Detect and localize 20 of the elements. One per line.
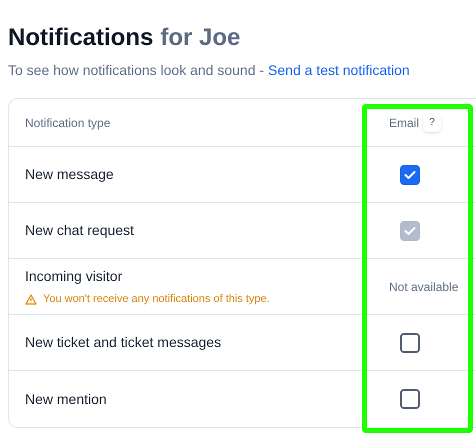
notification-type: Incoming visitor <box>25 266 124 286</box>
email-checkbox[interactable] <box>400 332 420 352</box>
notification-type: New ticket and ticket messages <box>25 333 222 352</box>
warning-icon <box>25 294 37 304</box>
check-icon <box>404 226 416 236</box>
intro-text: To see how notifications look and sound - <box>8 60 264 80</box>
help-button[interactable]: ? <box>423 114 442 132</box>
email-checkbox[interactable] <box>400 164 420 184</box>
test-notification-link[interactable]: Send a test notification <box>268 60 410 80</box>
warning-text: You won't receive any notifications of this type. <box>43 292 270 307</box>
notification-type: New mention <box>25 390 108 408</box>
notification-type: New message <box>25 165 115 184</box>
email-checkbox[interactable] <box>400 389 420 409</box>
check-icon <box>404 170 416 180</box>
page-title: Notifications <box>8 23 154 53</box>
user-name: for Joe <box>160 23 240 53</box>
notification-type: New chat request <box>25 221 135 240</box>
status-text: Not available <box>389 278 458 296</box>
column-header: Notification type <box>24 114 112 132</box>
column-header: Email <box>389 114 420 132</box>
